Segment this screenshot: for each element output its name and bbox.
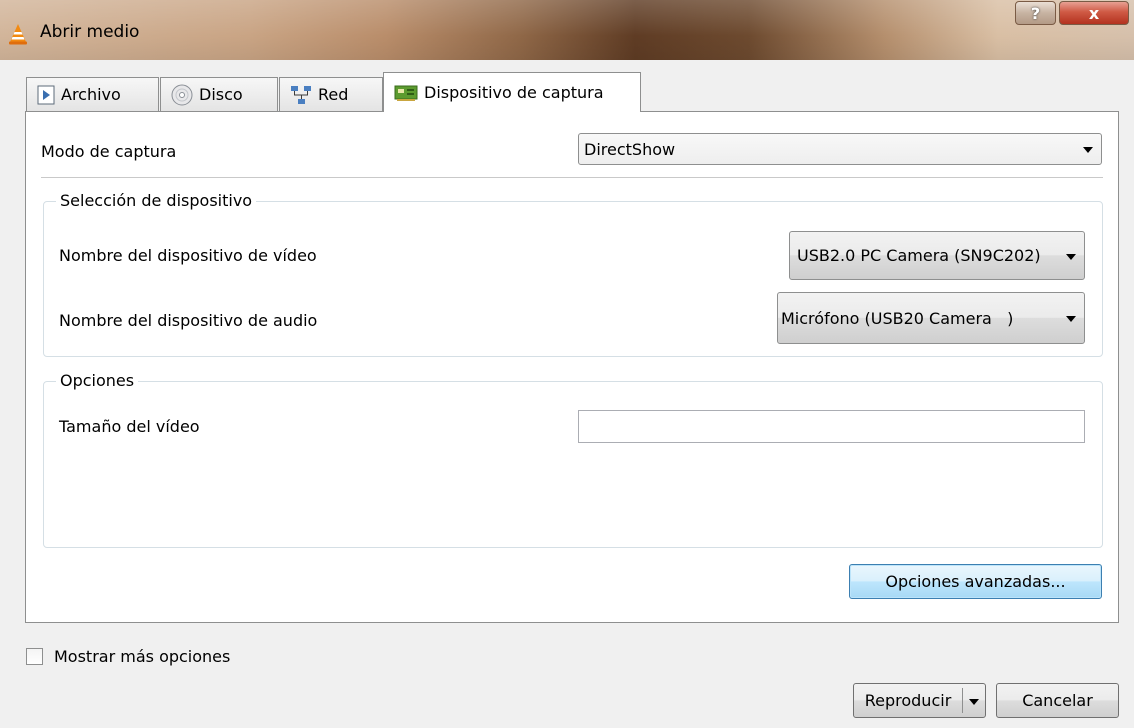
cancel-button[interactable]: Cancelar (996, 683, 1119, 718)
video-size-input[interactable] (578, 410, 1085, 443)
help-icon: ? (1030, 3, 1041, 23)
audio-device-label: Nombre del dispositivo de audio (59, 311, 318, 330)
tab-disco[interactable]: Disco (160, 77, 278, 111)
help-button[interactable]: ? (1015, 1, 1056, 25)
chevron-down-icon (1066, 316, 1076, 322)
file-play-icon (37, 85, 55, 105)
capture-mode-select[interactable]: DirectShow (578, 133, 1102, 165)
capture-mode-label: Modo de captura (41, 142, 177, 161)
device-selection-title: Selección de dispositivo (56, 191, 257, 210)
video-device-select[interactable]: USB2.0 PC Camera (SN9C202) (789, 231, 1085, 280)
tab-label: Red (318, 85, 349, 104)
audio-device-select[interactable]: Micrófono (USB20 Camera ) (777, 292, 1085, 344)
video-size-label: Tamaño del vídeo (59, 417, 200, 436)
options-group (43, 381, 1103, 548)
audio-device-value: Micrófono (USB20 Camera ) (781, 308, 1014, 328)
title-bar: Abrir medio ? x (0, 0, 1134, 60)
advanced-options-button[interactable]: Opciones avanzadas... (849, 564, 1102, 599)
advanced-options-label: Opciones avanzadas... (885, 572, 1066, 591)
network-icon (290, 85, 312, 105)
video-device-label: Nombre del dispositivo de vídeo (59, 246, 317, 265)
disc-icon (171, 84, 193, 106)
tab-red[interactable]: Red (279, 77, 383, 111)
chevron-down-icon (1083, 147, 1093, 153)
show-more-options-checkbox[interactable] (26, 648, 43, 665)
tab-label: Dispositivo de captura (424, 83, 604, 102)
chevron-down-icon (969, 698, 979, 705)
tab-dispositivo-de-captura[interactable]: Dispositivo de captura (383, 72, 641, 112)
close-icon: x (1088, 3, 1100, 23)
play-button[interactable]: Reproducir (854, 691, 962, 710)
capture-card-icon (394, 84, 418, 102)
tab-archivo[interactable]: Archivo (26, 77, 159, 111)
capture-panel: Modo de captura DirectShow Selección de … (25, 111, 1119, 623)
video-device-value: USB2.0 PC Camera (SN9C202) (797, 246, 1041, 265)
window-title: Abrir medio (40, 22, 140, 42)
show-more-options-label: Mostrar más opciones (54, 647, 231, 666)
play-split-button[interactable]: Reproducir (853, 683, 986, 718)
tab-label: Archivo (61, 85, 121, 104)
cancel-label: Cancelar (1022, 691, 1093, 710)
options-title: Opciones (56, 371, 139, 390)
play-dropdown-button[interactable] (963, 684, 985, 717)
vlc-cone-icon (9, 24, 27, 45)
tab-label: Disco (199, 85, 243, 104)
chevron-down-icon (1066, 253, 1076, 260)
capture-mode-value: DirectShow (584, 139, 676, 159)
close-button[interactable]: x (1059, 1, 1129, 25)
divider (41, 177, 1103, 178)
